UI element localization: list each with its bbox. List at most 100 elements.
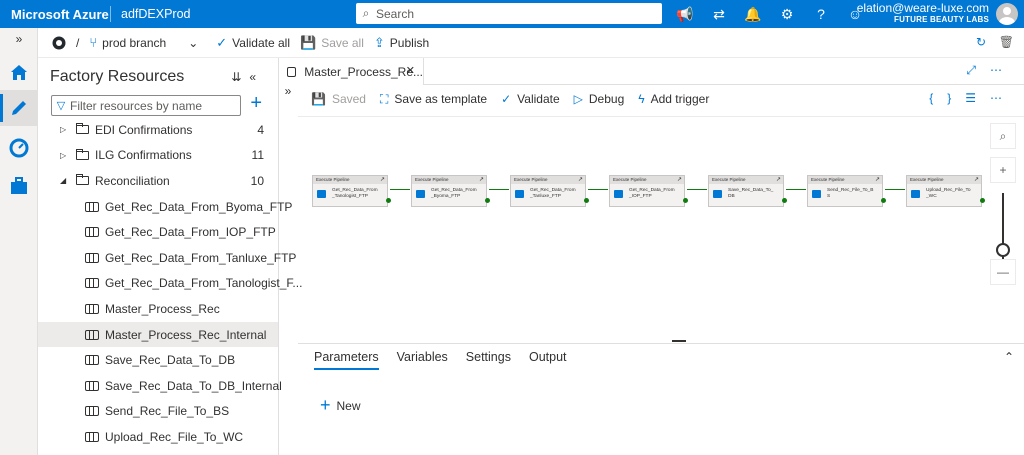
pipeline-row[interactable]: Get_Rec_Data_From_Byoma_FTP [38, 194, 292, 220]
branch-selector[interactable]: ⑂ prod branch ⌄ [89, 35, 198, 50]
open-external-icon[interactable]: ↗ [776, 176, 781, 184]
collapse-all-icon[interactable]: ⇊ [231, 70, 249, 84]
add-trigger-button[interactable]: ϟ Add trigger [638, 92, 709, 106]
filter-resources-input[interactable]: ▽ Filter resources by name [51, 95, 241, 116]
success-connector-icon[interactable] [980, 198, 985, 203]
add-resource-plus-icon[interactable]: + [250, 92, 262, 115]
home-icon[interactable] [0, 54, 38, 90]
notification-bell-icon[interactable]: 🔔 [736, 6, 770, 23]
chevron-right-icon[interactable]: ▷ [60, 151, 66, 160]
pipeline-row[interactable]: Save_Rec_Data_To_DB_Internal [38, 373, 282, 399]
pipeline-icon [85, 227, 99, 238]
switch-directory-icon[interactable]: ⇄ [702, 6, 736, 23]
activity-node[interactable]: Execute Pipeline ↗ Get_Rec_Data_From _Tanl… [510, 175, 589, 207]
open-external-icon[interactable]: ↗ [479, 176, 484, 184]
tab-variables[interactable]: Variables [397, 350, 448, 370]
brand-label[interactable]: Microsoft Azure [0, 7, 110, 22]
tab-output[interactable]: Output [529, 350, 567, 370]
help-icon[interactable]: ? [804, 6, 838, 22]
pipeline-row-selected[interactable]: Master_Process_Rec_Internal [38, 321, 278, 348]
open-external-icon[interactable]: ↗ [875, 176, 880, 184]
activity-name-line1: Get_Rec_Data_From [629, 188, 675, 193]
open-external-icon[interactable]: ↗ [677, 176, 682, 184]
zoom-controls: ⌕ + — [990, 123, 1016, 285]
chevron-up-icon[interactable]: ⌃ [1004, 350, 1014, 364]
activity-node[interactable]: Execute Pipeline ↗ Send_Rec_File_To_B S [807, 175, 886, 207]
resize-splitter[interactable] [672, 340, 686, 342]
tab-parameters[interactable]: Parameters [314, 350, 379, 370]
settings-gear-icon[interactable]: ⚙ [770, 6, 804, 23]
zoom-in-icon[interactable]: + [990, 157, 1016, 183]
more-options-icon[interactable]: ⋯ [990, 63, 1016, 77]
tab-settings[interactable]: Settings [466, 350, 511, 370]
tab-master-process[interactable]: Master_Process_Re... ✕ [279, 58, 424, 85]
search-placeholder: Search [376, 6, 415, 21]
pipeline-row[interactable]: Get_Rec_Data_From_IOP_FTP [38, 219, 278, 245]
open-external-icon[interactable]: ↗ [578, 176, 583, 184]
zoom-search-icon[interactable]: ⌕ [990, 123, 1016, 149]
open-external-icon[interactable]: ↗ [380, 176, 385, 184]
add-trigger-label: Add trigger [650, 92, 710, 106]
success-connector-icon[interactable] [386, 198, 391, 203]
debug-button[interactable]: ▷ Debug [574, 92, 625, 106]
user-info[interactable]: elation@weare-luxe.com FUTURE BEAUTY LAB… [857, 2, 989, 26]
pipeline-row[interactable]: Send_Rec_File_To_BS [38, 399, 278, 425]
zoom-slider-handle[interactable] [996, 243, 1010, 257]
folder-label: Reconciliation [95, 173, 170, 188]
zoom-out-icon[interactable]: — [990, 259, 1016, 285]
saved-button[interactable]: 💾 Saved [311, 92, 366, 106]
success-connector-icon[interactable] [881, 198, 886, 203]
success-connector-icon[interactable] [485, 198, 490, 203]
manage-toolbox-icon[interactable] [0, 168, 38, 204]
activity-node[interactable]: Execute Pipeline ↗ Get_Rec_Data_From _IOP_… [609, 175, 688, 207]
expand-rail-icon[interactable]: » [0, 28, 38, 50]
validate-button[interactable]: ✓ Validate [501, 92, 560, 106]
activity-node[interactable]: Execute Pipeline ↗ Get_Rec_Data_From _Tano… [312, 175, 391, 207]
success-connector-icon[interactable] [782, 198, 787, 203]
success-connector-icon[interactable] [584, 198, 589, 203]
pipeline-row[interactable]: Get_Rec_Data_From_Tanluxe_FTP [38, 245, 296, 271]
refresh-icon[interactable]: ↻ [976, 35, 986, 49]
new-parameter-button[interactable]: + New [320, 395, 361, 416]
pipeline-row[interactable]: Master_Process_Rec [38, 296, 278, 322]
announcement-icon[interactable]: 📢 [668, 6, 702, 23]
publish-button[interactable]: ⇪ Publish [374, 35, 429, 51]
github-icon[interactable] [52, 36, 66, 50]
activity-name-line1: Upload_Rec_File_To [926, 188, 971, 193]
pipeline-icon [287, 66, 297, 77]
pipeline-canvas[interactable]: Execute Pipeline ↗ Get_Rec_Data_From _Tano… [298, 116, 1024, 343]
collapse-panel-icon[interactable]: « [249, 70, 264, 84]
top-bar: Microsoft Azure adfDEXProd ⌕ Search 📢 ⇄ … [0, 0, 1024, 28]
pipeline-row[interactable]: Upload_Rec_File_To_WC [38, 424, 278, 450]
properties-icon[interactable]: ☰ [965, 91, 990, 105]
chevron-right-icon[interactable]: ▷ [60, 125, 66, 134]
pipeline-toolbar: 💾 Saved ⛶ Save as template ✓ Validate ▷ Debu… [297, 85, 1024, 113]
avatar[interactable] [996, 3, 1018, 25]
monitor-icon[interactable] [0, 130, 38, 166]
activity-node[interactable]: Execute Pipeline ↗ Save_Rec_Data_To_ DB [708, 175, 787, 207]
expand-panel-icon[interactable]: » [279, 84, 297, 98]
activity-type: Execute Pipeline [910, 177, 944, 182]
global-search[interactable]: ⌕ Search [356, 3, 662, 24]
validate-all-button[interactable]: ✓ Validate all [216, 35, 290, 51]
close-icon[interactable]: ✕ [406, 64, 415, 77]
activity-node[interactable]: Execute Pipeline ↗ Get_Rec_Data_From _Byom… [411, 175, 490, 207]
pipeline-row[interactable]: Get_Rec_Data_From_Tanologist_F... [38, 271, 302, 297]
save-all-button[interactable]: 💾 Save all [300, 35, 364, 51]
expand-icon[interactable]: ⤢ [966, 63, 990, 77]
chevron-expanded-icon[interactable]: ◢ [60, 176, 66, 185]
author-pencil-icon[interactable] [0, 90, 38, 126]
pipeline-editor: Master_Process_Re... ✕ ⤢⋯ » 💾 Saved ⛶ Save… [279, 58, 1024, 455]
save-as-template-button[interactable]: ⛶ Save as template [380, 92, 487, 107]
discard-trash-icon[interactable]: 🗑 [999, 35, 1014, 49]
folder-row[interactable]: ▷ ILG Confirmations 11 [38, 143, 278, 169]
activity-node[interactable]: Execute Pipeline ↗ Upload_Rec_File_To _WC [906, 175, 985, 207]
folder-row[interactable]: ◢ Reconciliation 10 [38, 168, 278, 194]
success-connector-icon[interactable] [683, 198, 688, 203]
open-external-icon[interactable]: ↗ [974, 176, 979, 184]
pipeline-row[interactable]: Save_Rec_Data_To_DB [38, 347, 278, 373]
factory-name[interactable]: adfDEXProd [121, 7, 190, 21]
folder-row[interactable]: ▷ EDI Confirmations 4 [38, 117, 278, 143]
code-braces-icon[interactable]: {} [929, 91, 965, 105]
more-options-icon[interactable]: ⋯ [990, 91, 1016, 105]
